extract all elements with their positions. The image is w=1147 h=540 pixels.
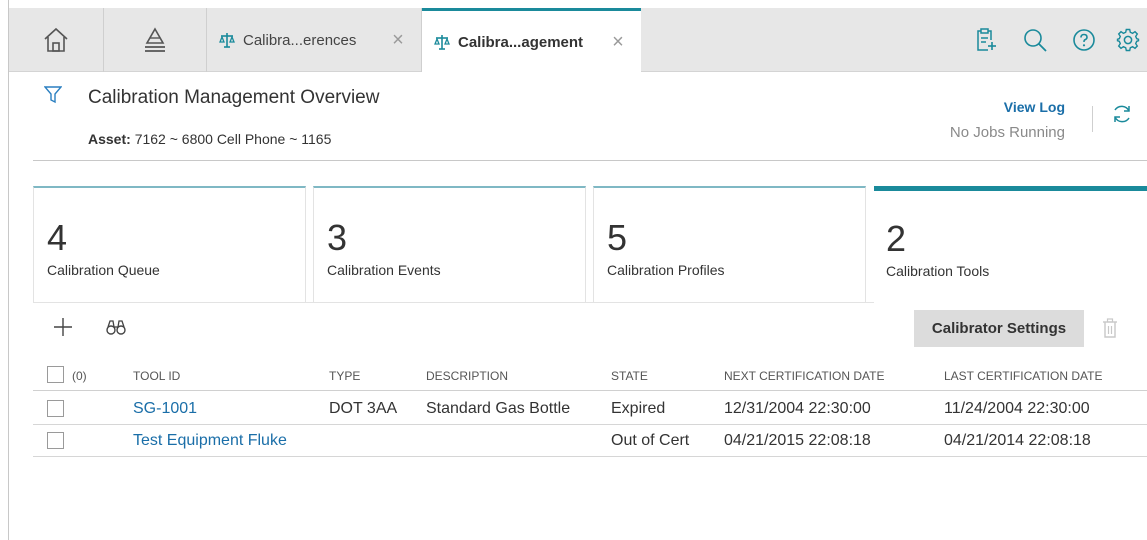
card-count: 5 [607, 217, 628, 258]
card-calibration-tools[interactable]: 2 Calibration Tools [874, 186, 1147, 303]
column-header-state[interactable]: STATE [611, 369, 648, 383]
column-header-description[interactable]: DESCRIPTION [426, 369, 508, 383]
card-calibration-queue[interactable]: 4 Calibration Queue [33, 186, 306, 303]
help-button[interactable] [1069, 8, 1099, 72]
asset-value: 7162 ~ 6800 Cell Phone ~ 1165 [134, 131, 332, 147]
scale-icon [219, 32, 235, 48]
divider [1092, 106, 1093, 132]
tool-id-link[interactable]: SG-1001 [133, 400, 197, 418]
header-divider [33, 160, 1147, 161]
close-icon[interactable]: × [607, 31, 629, 54]
settings-icon [1116, 28, 1140, 52]
next-certification-date: 12/31/2004 22:30:00 [724, 400, 871, 417]
tool-state: Out of Cert [611, 432, 690, 449]
tool-description: Standard Gas Bottle [426, 400, 571, 417]
settings-button[interactable] [1113, 8, 1143, 72]
tab-calibration-management[interactable]: Calibra...agement × [422, 8, 641, 73]
asset-hierarchy-icon [145, 27, 165, 52]
card-label: Calibration Profiles [607, 262, 725, 278]
trash-icon [1103, 318, 1117, 338]
last-certification-date: 04/21/2014 22:08:18 [944, 432, 1091, 449]
new-document-button[interactable] [971, 8, 1001, 72]
cards-baseline [33, 302, 874, 303]
table-row[interactable]: SG-1001 DOT 3AA Standard Gas Bottle Expi… [33, 394, 1147, 425]
page-title: Calibration Management Overview [88, 87, 380, 108]
search-icon [1024, 29, 1047, 52]
column-header-next-certification-date[interactable]: NEXT CERTIFICATION DATE [724, 369, 884, 383]
asset-label: Asset: [88, 131, 131, 147]
tool-id-link[interactable]: Test Equipment Fluke [133, 432, 287, 450]
delete-button[interactable] [1102, 318, 1118, 343]
row-checkbox[interactable] [47, 400, 64, 417]
scale-icon [434, 34, 450, 50]
tab-label: Calibra...erences [243, 31, 357, 49]
refresh-icon[interactable] [1111, 103, 1133, 130]
view-log-link[interactable]: View Log [1004, 99, 1065, 115]
home-icon [44, 27, 68, 52]
card-count: 2 [886, 218, 907, 259]
find-button[interactable] [103, 316, 129, 338]
card-count: 3 [327, 217, 348, 258]
search-button[interactable] [1020, 8, 1050, 72]
table-header: (0) TOOL ID TYPE DESCRIPTION STATE NEXT … [33, 361, 1147, 391]
tab-calibration-preferences[interactable]: Calibra...erences × [207, 8, 422, 72]
add-button[interactable] [50, 314, 76, 340]
last-certification-date: 11/24/2004 22:30:00 [944, 400, 1090, 417]
card-count: 4 [47, 217, 68, 258]
close-icon[interactable]: × [387, 29, 409, 52]
card-calibration-profiles[interactable]: 5 Calibration Profiles [593, 186, 866, 303]
next-certification-date: 04/21/2015 22:08:18 [724, 432, 871, 449]
table-row[interactable]: Test Equipment Fluke Out of Cert 04/21/2… [33, 426, 1147, 457]
asset-hierarchy-button[interactable] [104, 8, 207, 72]
card-label: Calibration Events [327, 262, 441, 278]
column-header-type[interactable]: TYPE [329, 369, 360, 383]
plus-icon [54, 318, 72, 336]
home-button[interactable] [9, 8, 104, 72]
column-header-last-certification-date[interactable]: LAST CERTIFICATION DATE [944, 369, 1102, 383]
tab-bar: Calibra...erences × Calibra...agement × [9, 8, 1147, 73]
tool-type: DOT 3AA [329, 400, 398, 417]
left-border [8, 0, 9, 540]
card-label: Calibration Queue [47, 262, 160, 278]
jobs-status: No Jobs Running [949, 124, 1065, 141]
selected-count: (0) [72, 369, 87, 383]
help-icon [1073, 29, 1095, 51]
tab-label: Calibra...agement [458, 33, 584, 51]
new-document-icon [977, 28, 996, 51]
card-label: Calibration Tools [886, 263, 990, 279]
calibrator-settings-button[interactable]: Calibrator Settings [914, 310, 1084, 347]
binoculars-icon [106, 320, 126, 335]
filter-icon[interactable] [43, 86, 63, 109]
tool-state: Expired [611, 400, 666, 417]
card-calibration-events[interactable]: 3 Calibration Events [313, 186, 586, 303]
select-all-checkbox[interactable] [47, 366, 64, 383]
asset-context: Asset: 7162 ~ 6800 Cell Phone ~ 1165 [88, 131, 331, 147]
column-header-tool-id[interactable]: TOOL ID [133, 369, 180, 383]
row-checkbox[interactable] [47, 432, 64, 449]
